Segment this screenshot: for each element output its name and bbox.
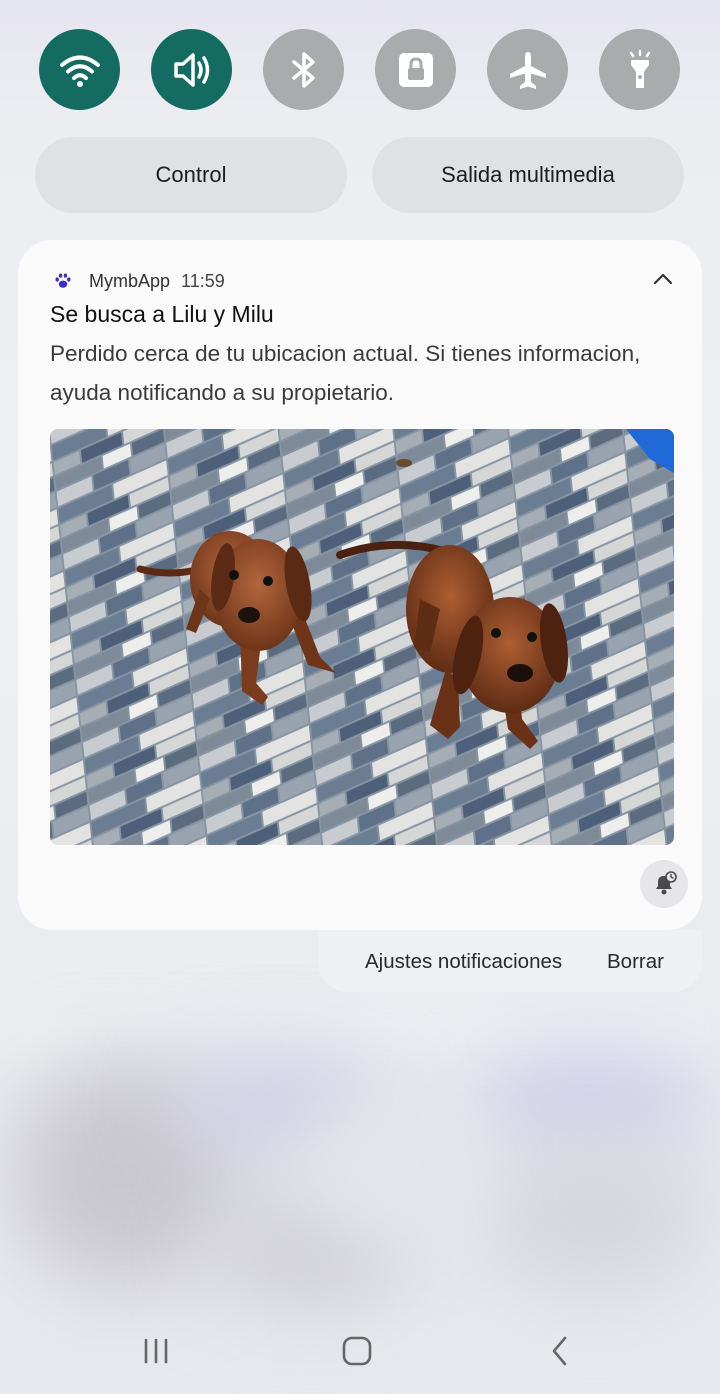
wifi-icon bbox=[59, 55, 100, 87]
dogs-photo bbox=[50, 429, 674, 845]
notification-image bbox=[50, 429, 674, 845]
control-label: Control bbox=[155, 162, 227, 187]
bluetooth-icon bbox=[291, 51, 315, 88]
recents-button[interactable] bbox=[126, 1320, 186, 1382]
wifi-toggle[interactable] bbox=[39, 29, 120, 110]
sound-icon bbox=[173, 52, 209, 87]
sound-toggle[interactable] bbox=[151, 29, 232, 110]
rotation-lock-icon bbox=[398, 52, 433, 87]
home-icon bbox=[342, 1336, 372, 1366]
notification-header: MymbApp 11:59 bbox=[54, 270, 225, 292]
airplane-icon bbox=[509, 51, 546, 89]
snooze-button[interactable] bbox=[640, 860, 688, 908]
home-button[interactable] bbox=[327, 1320, 387, 1382]
control-button[interactable]: Control bbox=[35, 137, 347, 213]
paw-icon bbox=[54, 272, 72, 290]
clear-button[interactable]: Borrar bbox=[607, 950, 664, 974]
notification-settings-button[interactable]: Ajustes notificaciones bbox=[365, 950, 562, 974]
media-output-label: Salida multimedia bbox=[441, 162, 615, 187]
back-button[interactable] bbox=[530, 1320, 590, 1382]
flashlight-toggle[interactable] bbox=[599, 29, 680, 110]
background-blur bbox=[480, 1140, 710, 1300]
quick-toggles bbox=[39, 29, 681, 110]
navigation-bar bbox=[0, 1320, 720, 1382]
chevron-up-icon[interactable] bbox=[652, 270, 674, 288]
bluetooth-toggle[interactable] bbox=[263, 29, 344, 110]
recents-icon bbox=[144, 1338, 168, 1364]
bell-snooze-icon bbox=[656, 871, 677, 895]
background-blur bbox=[300, 1100, 480, 1240]
back-icon bbox=[552, 1336, 567, 1366]
app-name: MymbApp bbox=[89, 270, 171, 291]
notification-time: 11:59 bbox=[181, 270, 225, 291]
notification-body: Perdido cerca de tu ubicacion actual. Si… bbox=[50, 341, 641, 405]
notification-card[interactable]: MymbApp 11:59 Se busca a Lilu y Milu Per… bbox=[18, 240, 702, 930]
rotation-lock-toggle[interactable] bbox=[375, 29, 456, 110]
notification-title: Se busca a Lilu y Milu bbox=[50, 301, 274, 327]
flashlight-icon bbox=[629, 49, 650, 88]
airplane-toggle[interactable] bbox=[487, 29, 568, 110]
media-output-button[interactable]: Salida multimedia bbox=[372, 137, 684, 213]
